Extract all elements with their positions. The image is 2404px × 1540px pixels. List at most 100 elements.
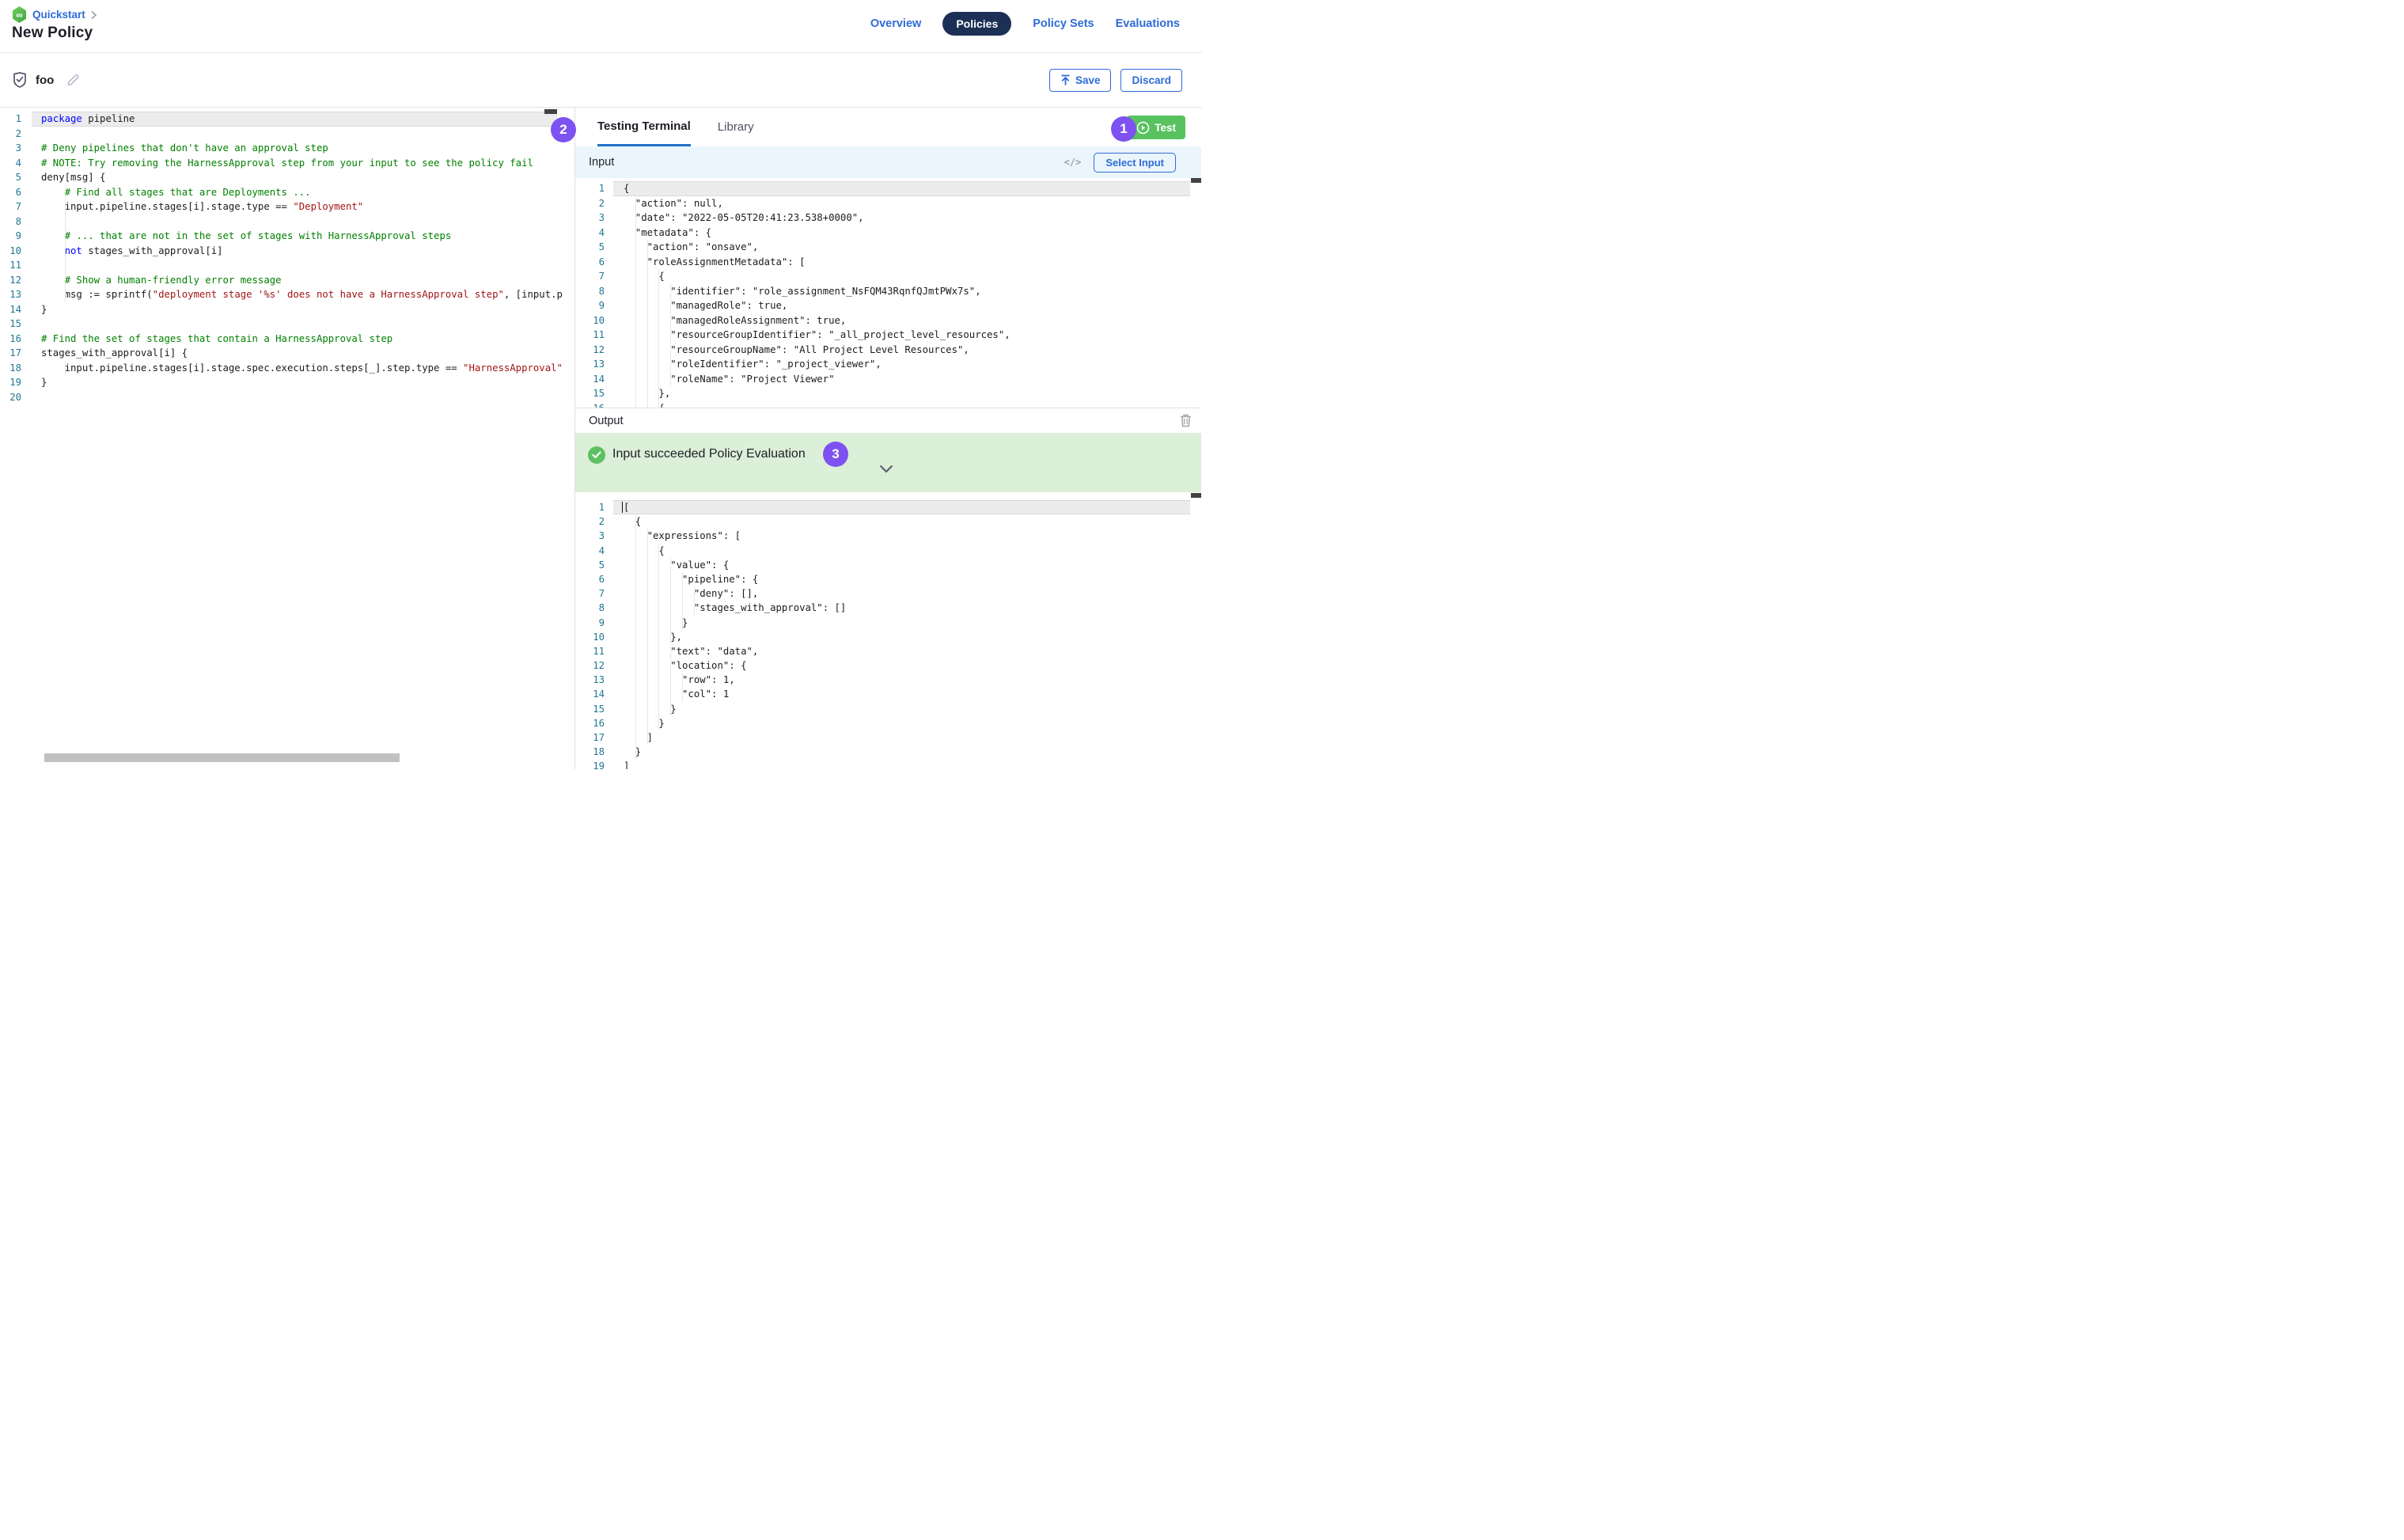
code-line: 13 "roleIdentifier": "_project_viewer", [575,357,1201,372]
scrollbar-thumb[interactable] [544,109,557,114]
code-line: 14 "roleName": "Project Viewer" [575,372,1201,387]
code-line: 13 msg := sprintf("deployment stage '%s'… [0,287,574,302]
breadcrumb-project-link[interactable]: Quickstart [32,9,85,21]
policy-name: foo [36,74,54,87]
code-line: 2 { [575,514,1201,529]
code-line: 17 ] [575,730,1201,745]
output-json-editor[interactable]: 1[2 {3 "expressions": [4 {5 "value": {6 … [575,500,1201,769]
code-line: 15 [0,317,574,332]
input-title: Input [589,156,614,169]
shield-check-icon [12,71,28,89]
code-line: 20 [0,390,574,405]
code-line: 18 } [575,745,1201,759]
tab-policy-sets[interactable]: Policy Sets [1033,17,1094,30]
policy-code-editor[interactable]: 1package pipeline23# Deny pipelines that… [0,108,574,404]
code-line: 10 not stages_with_approval[i] [0,244,574,259]
clear-output-button[interactable] [1180,414,1192,427]
play-circle-icon [1136,121,1150,135]
page-title: New Policy [12,25,93,42]
evaluation-success-banner: Input succeeded Policy Evaluation 3 [575,433,1201,492]
tab-evaluations[interactable]: Evaluations [1116,17,1180,30]
code-line: 17stages_with_approval[i] { [0,346,574,361]
code-line: 14} [0,302,574,317]
code-line: 1[ [575,500,1201,514]
save-button[interactable]: Save [1049,69,1112,92]
code-line: 10 "managedRoleAssignment": true, [575,313,1201,328]
policy-code-pane: 1package pipeline23# Deny pipelines that… [0,108,575,769]
success-check-icon [588,446,605,464]
code-line: 19} [0,375,574,390]
success-message: Input succeeded Policy Evaluation [612,447,806,461]
code-line: 11 [0,258,574,273]
output-section-header: Output [575,408,1201,433]
code-line: 7 input.pipeline.stages[i].stage.type ==… [0,199,574,214]
code-line: 9 "managedRole": true, [575,298,1201,313]
discard-button-label: Discard [1132,74,1171,86]
terminal-tabs: Testing Terminal Library Test [575,108,1201,146]
code-line: 12 # Show a human-friendly error message [0,273,574,288]
code-line: 3 "expressions": [ [575,529,1201,543]
code-line: 19] [575,759,1201,769]
code-line: 9 } [575,616,1201,630]
save-button-label: Save [1075,74,1101,86]
code-line: 16# Find the set of stages that contain … [0,332,574,347]
code-line: 16 { [575,401,1201,408]
code-line: 11 "resourceGroupIdentifier": "_all_proj… [575,328,1201,343]
code-line: 5 "value": { [575,558,1201,572]
policy-toolbar: foo Save Discard [0,53,1202,107]
testing-terminal-pane: Testing Terminal Library Test Input </> … [575,108,1201,769]
annotation-badge-3: 3 [823,442,848,467]
code-line: 7 { [575,269,1201,284]
code-line: 9 # ... that are not in the set of stage… [0,229,574,244]
code-line: 16 } [575,716,1201,730]
code-line: 8 [0,214,574,229]
annotation-badge-1: 1 [1111,116,1136,142]
tab-library[interactable]: Library [718,108,754,146]
discard-button[interactable]: Discard [1120,69,1182,92]
tab-testing-terminal[interactable]: Testing Terminal [597,108,691,146]
chevron-right-icon [90,10,97,20]
code-line: 5deny[msg] { [0,170,574,185]
code-line: 3# Deny pipelines that don't have an app… [0,141,574,156]
code-line: 6 "roleAssignmentMetadata": [ [575,255,1201,270]
code-line: 7 "deny": [], [575,586,1201,601]
code-line: 10 }, [575,630,1201,644]
code-line: 13 "row": 1, [575,673,1201,687]
code-view-icon[interactable]: </> [1064,157,1082,168]
input-json-editor[interactable]: 1{2 "action": null,3 "date": "2022-05-05… [575,181,1201,408]
scrollbar-thumb[interactable] [1191,493,1201,498]
code-line: 2 "action": null, [575,196,1201,211]
breadcrumb: ∞ Quickstart [12,6,97,23]
new-policy-page: ∞ Quickstart New Policy Overview Policie… [0,0,1202,770]
page-header: ∞ Quickstart New Policy Overview Policie… [0,0,1202,53]
code-line: 11 "text": "data", [575,644,1201,658]
tab-overview[interactable]: Overview [870,17,922,30]
code-line: 18 input.pipeline.stages[i].stage.spec.e… [0,361,574,376]
code-line: 6 # Find all stages that are Deployments… [0,185,574,200]
horizontal-scrollbar[interactable] [44,753,400,762]
code-line: 3 "date": "2022-05-05T20:41:23.538+0000"… [575,211,1201,226]
code-line: 6 "pipeline": { [575,572,1201,586]
code-line: 14 "col": 1 [575,687,1201,701]
code-line: 4# NOTE: Try removing the HarnessApprova… [0,156,574,171]
harness-logo-icon: ∞ [12,6,27,23]
annotation-badge-2: 2 [551,117,576,142]
scrollbar-thumb[interactable] [1191,178,1201,183]
code-line: 15 } [575,702,1201,716]
select-input-button[interactable]: Select Input [1094,153,1176,173]
tab-policies[interactable]: Policies [942,12,1011,36]
code-line: 5 "action": "onsave", [575,240,1201,255]
code-line: 8 "stages_with_approval": [] [575,601,1201,615]
module-nav: Overview Policies Policy Sets Evaluation… [870,12,1180,36]
upload-icon [1060,74,1071,85]
code-line: 1{ [575,181,1201,196]
editor-workspace: 1package pipeline23# Deny pipelines that… [0,107,1202,769]
code-line: 2 [0,127,574,142]
edit-name-button[interactable] [66,73,80,87]
chevron-down-icon[interactable] [879,465,893,473]
input-section-header: Input </> Select Input [575,146,1201,178]
test-button-label: Test [1155,122,1176,134]
code-line: 4 { [575,544,1201,558]
code-line: 12 "location": { [575,658,1201,673]
output-title: Output [589,415,624,427]
